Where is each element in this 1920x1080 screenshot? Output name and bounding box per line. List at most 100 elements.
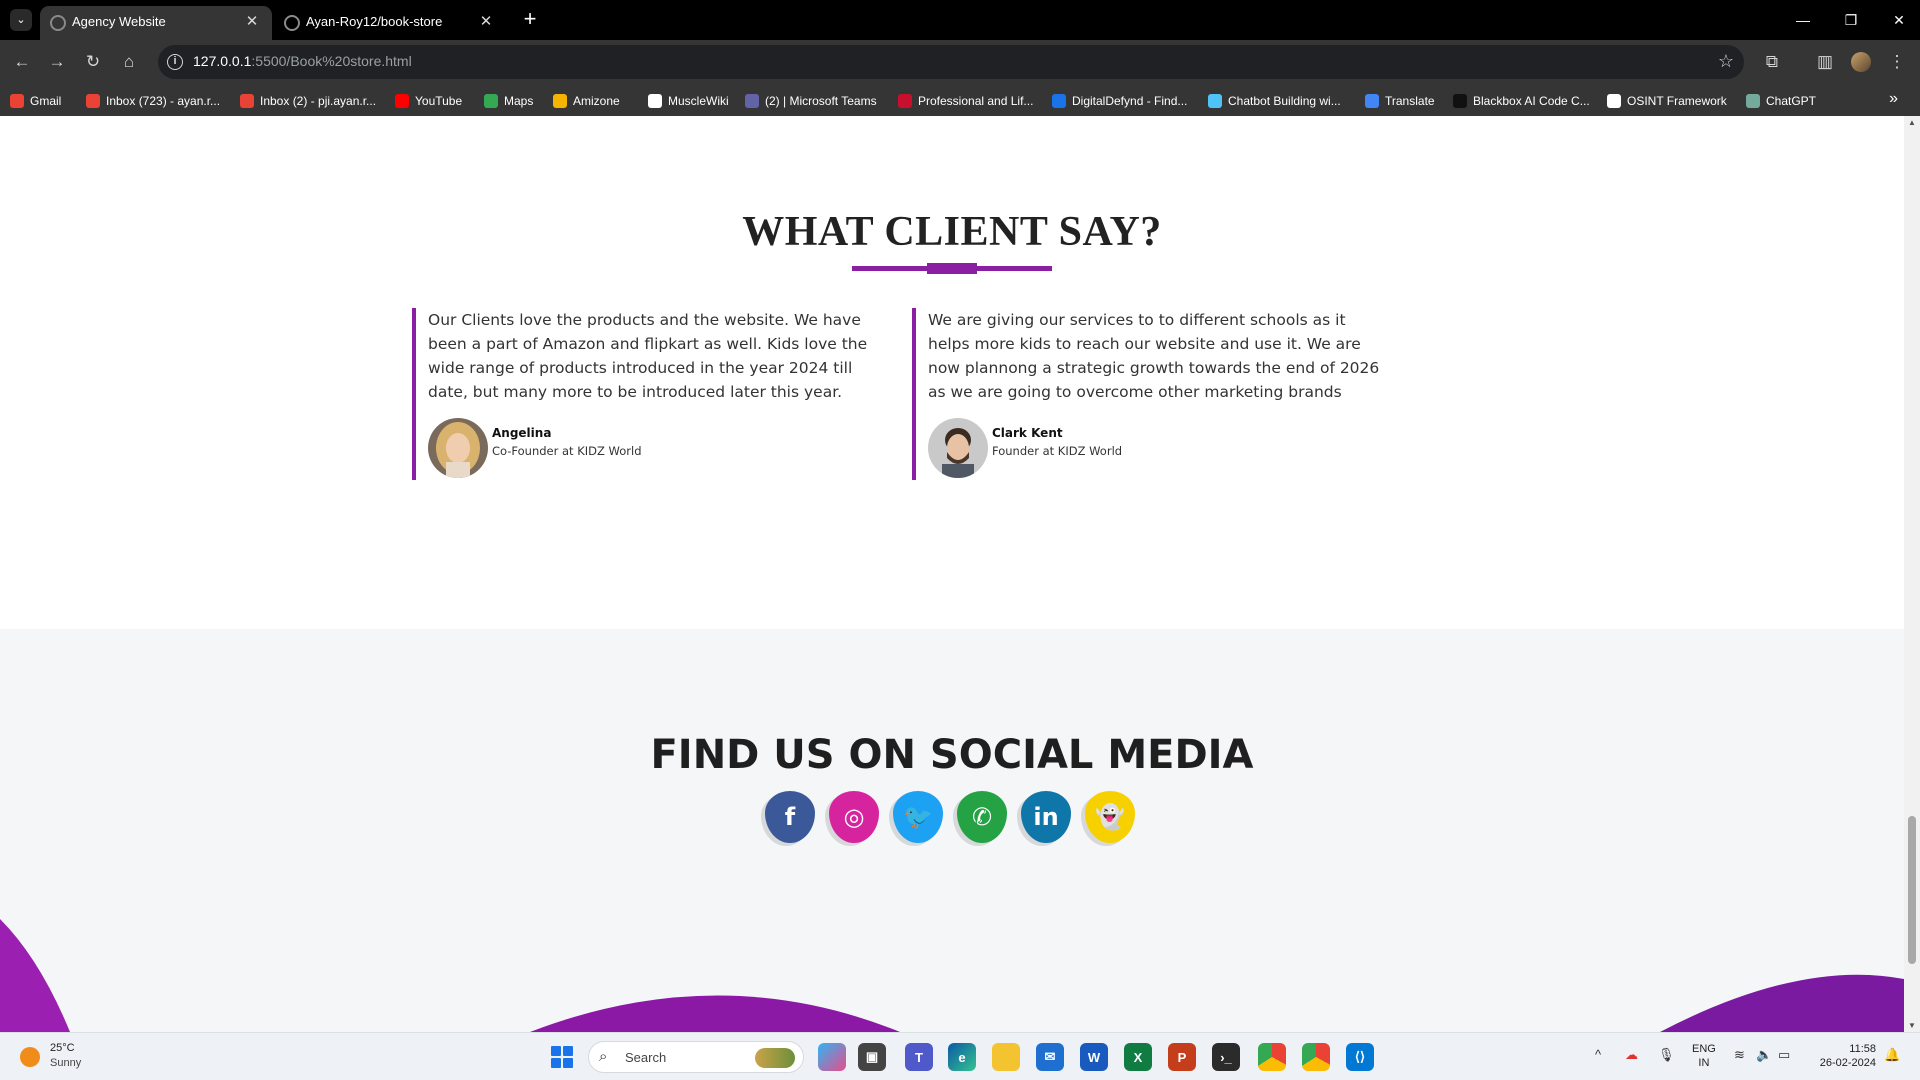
scroll-thumb[interactable] — [1908, 816, 1916, 964]
avatar — [428, 418, 488, 478]
social-media-section: FIND US ON SOCIAL MEDIA f ◎ 🐦 ✆ in 👻 — [0, 629, 1904, 1032]
taskbar-search[interactable]: ⌕ Search — [588, 1041, 804, 1073]
twitter-icon[interactable]: 🐦 — [893, 791, 943, 843]
reload-button[interactable]: ↻ — [80, 49, 106, 75]
bookmark-favicon-icon — [240, 94, 254, 108]
snapchat-icon[interactable]: 👻 — [1085, 791, 1135, 843]
bookmark-label: YouTube — [415, 94, 463, 108]
bookmark-item[interactable]: Amizone — [553, 92, 620, 110]
weather-temperature[interactable]: 25°C — [50, 1042, 75, 1054]
excel-icon[interactable]: X — [1124, 1043, 1152, 1071]
bookmark-favicon-icon — [10, 94, 24, 108]
restore-button[interactable]: ❐ — [1836, 8, 1866, 32]
side-panel-icon[interactable]: ▥ — [1812, 49, 1838, 75]
bookmark-favicon-icon — [898, 94, 912, 108]
vscode-icon[interactable]: ⟨⟩ — [1346, 1043, 1374, 1071]
page-viewport: WHAT CLIENT SAY? Our Clients love the pr… — [0, 116, 1904, 1032]
tab-title: Ayan-Roy12/book-store — [306, 14, 443, 29]
file-explorer-icon[interactable] — [992, 1043, 1020, 1071]
bookmark-item[interactable]: Translate — [1365, 92, 1435, 110]
bookmark-label: (2) | Microsoft Teams — [765, 94, 877, 108]
title-underline — [852, 263, 1052, 274]
close-icon[interactable]: ✕ — [476, 12, 496, 32]
profile-avatar[interactable] — [1851, 52, 1871, 72]
bookmark-favicon-icon — [745, 94, 759, 108]
edge-icon[interactable]: e — [948, 1043, 976, 1071]
language-indicator[interactable]: ENG IN — [1692, 1042, 1716, 1070]
url-text[interactable]: 127.0.0.1:5500/Book%20store.html — [193, 53, 412, 69]
scroll-down-icon[interactable]: ▼ — [1908, 1021, 1916, 1030]
home-button[interactable]: ⌂ — [116, 49, 142, 75]
onedrive-icon[interactable]: ☁ — [1625, 1047, 1638, 1063]
close-window-button[interactable]: ✕ — [1884, 8, 1914, 32]
page-scrollbar[interactable]: ▲ ▼ — [1904, 116, 1920, 1032]
notification-bell-icon[interactable]: 🔔 — [1884, 1047, 1900, 1063]
bookmark-item[interactable]: DigitalDefynd - Find... — [1052, 92, 1187, 110]
chrome-icon[interactable] — [1258, 1043, 1286, 1071]
tab-title: Agency Website — [72, 14, 166, 29]
bookmark-favicon-icon — [1453, 94, 1467, 108]
bookmark-favicon-icon — [1746, 94, 1760, 108]
wifi-icon[interactable]: ≋ — [1734, 1047, 1745, 1063]
word-icon[interactable]: W — [1080, 1043, 1108, 1071]
testimonial-quote: Our Clients love the products and the we… — [428, 311, 868, 401]
bookmark-label: Amizone — [573, 94, 620, 108]
bookmark-item[interactable]: Maps — [484, 92, 533, 110]
tab-github-book-store[interactable]: Ayan-Roy12/book-store ✕ — [274, 6, 506, 40]
bookmark-favicon-icon — [86, 94, 100, 108]
address-bar[interactable]: i 127.0.0.1:5500/Book%20store.html ☆ — [158, 45, 1744, 79]
task-view-icon[interactable]: ▣ — [858, 1043, 886, 1071]
battery-icon[interactable]: ▭ — [1778, 1047, 1790, 1063]
whatsapp-icon[interactable]: ✆ — [957, 791, 1007, 843]
site-info-icon[interactable]: i — [167, 54, 183, 70]
chevron-up-icon[interactable]: ^ — [1595, 1047, 1601, 1062]
mail-icon[interactable]: ✉ — [1036, 1043, 1064, 1071]
clock[interactable]: 11:58 26-02-2024 — [1810, 1042, 1876, 1070]
chrome-profile-icon[interactable] — [1302, 1043, 1330, 1071]
volume-icon[interactable]: 🔈 — [1756, 1047, 1772, 1063]
copilot-icon[interactable] — [818, 1043, 846, 1071]
sun-icon[interactable] — [20, 1047, 40, 1067]
bookmark-item[interactable]: ChatGPT — [1746, 92, 1816, 110]
bookmark-item[interactable]: Inbox (2) - pji.ayan.r... — [240, 92, 376, 110]
bookmark-item[interactable]: YouTube — [395, 92, 462, 110]
facebook-icon[interactable]: f — [765, 791, 815, 843]
back-button[interactable]: ← — [9, 49, 35, 75]
bookmark-item[interactable]: (2) | Microsoft Teams — [745, 92, 877, 110]
linkedin-icon[interactable]: in — [1021, 791, 1071, 843]
terminal-icon[interactable]: ›_ — [1212, 1043, 1240, 1071]
weather-condition[interactable]: Sunny — [50, 1057, 81, 1069]
bookmark-item[interactable]: Chatbot Building wi... — [1208, 92, 1341, 110]
instagram-icon[interactable]: ◎ — [829, 791, 879, 843]
bookmark-label: MuscleWiki — [668, 94, 729, 108]
browser-toolbar: ← → ↻ ⌂ i 127.0.0.1:5500/Book%20store.ht… — [0, 40, 1920, 84]
close-icon[interactable]: ✕ — [242, 12, 262, 32]
bookmark-star-icon[interactable]: ☆ — [1718, 51, 1734, 72]
powerpoint-icon[interactable]: P — [1168, 1043, 1196, 1071]
bookmark-item[interactable]: MuscleWiki — [648, 92, 729, 110]
tab-search-button[interactable]: ⌄ — [10, 9, 32, 31]
search-highlight-icon — [755, 1048, 795, 1068]
menu-icon[interactable]: ⋮ — [1884, 49, 1910, 75]
tab-agency-website[interactable]: Agency Website ✕ — [40, 6, 272, 40]
minimize-button[interactable]: — — [1788, 8, 1818, 32]
bookmark-item[interactable]: OSINT Framework — [1607, 92, 1727, 110]
windows-taskbar: 25°C Sunny ⌕ Search ▣ T e ✉ W X P ›_ ⟨⟩ … — [0, 1032, 1920, 1080]
bookmark-label: Gmail — [30, 94, 62, 108]
microphone-icon[interactable]: 🎙 — [1658, 1047, 1675, 1063]
author-name: Angelina — [492, 426, 552, 440]
extensions-icon[interactable]: ⧉ — [1759, 49, 1785, 75]
author-name: Clark Kent — [992, 426, 1063, 440]
new-tab-button[interactable]: + — [518, 8, 542, 32]
bookmark-item[interactable]: Blackbox AI Code C... — [1453, 92, 1590, 110]
forward-button[interactable]: → — [44, 49, 70, 75]
teams-icon[interactable]: T — [905, 1043, 933, 1071]
bookmark-item[interactable]: Professional and Lif... — [898, 92, 1033, 110]
bookmark-label: Inbox (2) - pji.ayan.r... — [260, 94, 377, 108]
more-bookmarks-icon[interactable]: » — [1889, 90, 1898, 108]
bookmark-item[interactable]: Gmail — [10, 92, 61, 110]
start-button[interactable] — [551, 1046, 573, 1068]
bookmark-item[interactable]: Inbox (723) - ayan.r... — [86, 92, 220, 110]
scroll-up-icon[interactable]: ▲ — [1908, 118, 1916, 127]
bookmark-favicon-icon — [1365, 94, 1379, 108]
